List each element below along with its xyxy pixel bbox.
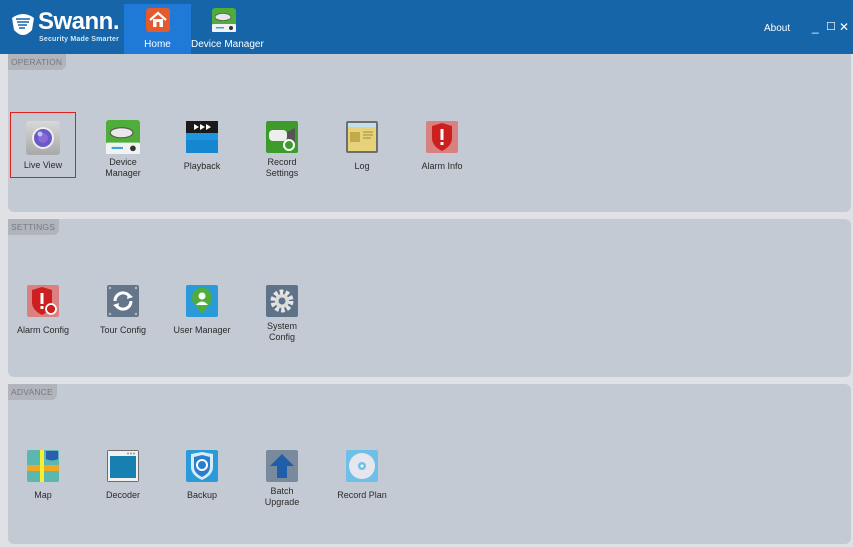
settings-section: SETTINGS Alarm Config Tour Config User M… — [8, 219, 851, 377]
backup-icon — [185, 449, 219, 483]
tile-label: Record Settings — [265, 157, 299, 178]
map-icon — [26, 449, 60, 483]
minimize-button[interactable]: _ — [812, 20, 819, 34]
maximize-button[interactable]: ☐ — [826, 20, 836, 34]
device-manager-icon — [106, 120, 140, 154]
live-view-icon — [26, 121, 60, 155]
tab-device-manager[interactable]: Device Manager — [191, 4, 264, 54]
tab-device-manager-label: Device Manager — [191, 39, 264, 50]
swann-logo-icon — [12, 14, 34, 35]
tile-map[interactable]: Map — [3, 449, 83, 501]
tile-label: Live View — [23, 160, 63, 170]
system-config-icon — [265, 284, 299, 318]
tile-label: Alarm Info — [421, 161, 463, 171]
alarm-config-icon — [26, 284, 60, 318]
tile-backup[interactable]: Backup — [162, 449, 242, 501]
settings-section-title: SETTINGS — [8, 219, 60, 235]
tile-user-manager[interactable]: User Manager — [162, 284, 242, 336]
operation-section-title: OPERATION — [8, 54, 67, 70]
tile-label: Device Manager — [105, 157, 141, 178]
tile-label: Playback — [183, 161, 221, 171]
close-button[interactable]: ✕ — [839, 20, 849, 34]
tile-log[interactable]: Log — [322, 120, 402, 172]
user-manager-icon — [185, 284, 219, 318]
operation-section: OPERATION Live View Device Manager Playb… — [8, 54, 851, 212]
advance-section: ADVANCE Map Decoder Backup Batch Upgrade… — [8, 384, 851, 544]
device-manager-icon — [212, 8, 236, 32]
home-icon — [145, 8, 170, 32]
log-icon — [345, 120, 379, 154]
tile-system-config[interactable]: System Config — [242, 284, 322, 343]
tile-label: User Manager — [173, 325, 231, 335]
playback-icon — [185, 120, 219, 154]
tab-home-label: Home — [144, 39, 171, 50]
decoder-icon — [106, 449, 140, 483]
tile-tour-config[interactable]: Tour Config — [83, 284, 163, 336]
record-plan-icon — [345, 449, 379, 483]
brand-name: Swann. — [38, 8, 120, 35]
tile-alarm-config[interactable]: Alarm Config — [3, 284, 83, 336]
record-settings-icon — [265, 120, 299, 154]
tile-label: Backup — [186, 490, 218, 500]
tile-decoder[interactable]: Decoder — [83, 449, 163, 501]
tile-record-settings[interactable]: Record Settings — [242, 120, 322, 179]
tile-label: Tour Config — [99, 325, 147, 335]
tile-device-manager[interactable]: Device Manager — [83, 120, 163, 179]
tile-label: Record Plan — [337, 490, 387, 500]
title-bar: Swann. Security Made Smarter Home Device… — [0, 0, 853, 54]
tile-alarm-info[interactable]: Alarm Info — [402, 120, 482, 172]
tile-label: Map — [34, 490, 52, 500]
tile-live-view[interactable]: Live View — [10, 112, 76, 178]
tile-label: System Config — [266, 321, 297, 342]
advance-section-title: ADVANCE — [8, 384, 57, 400]
tile-playback[interactable]: Playback — [162, 120, 242, 172]
about-link[interactable]: About — [764, 23, 790, 34]
tile-batch-upgrade[interactable]: Batch Upgrade — [242, 449, 322, 508]
tour-config-icon — [106, 284, 140, 318]
tile-record-plan[interactable]: Record Plan — [322, 449, 402, 501]
tile-label: Alarm Config — [16, 325, 70, 335]
alarm-info-icon — [425, 120, 459, 154]
tile-label: Batch Upgrade — [264, 486, 300, 507]
tile-label: Decoder — [105, 490, 141, 500]
batch-upgrade-icon — [265, 449, 299, 483]
tab-home[interactable]: Home — [124, 4, 191, 54]
brand-tagline: Security Made Smarter — [39, 36, 120, 43]
tile-label: Log — [354, 161, 370, 171]
